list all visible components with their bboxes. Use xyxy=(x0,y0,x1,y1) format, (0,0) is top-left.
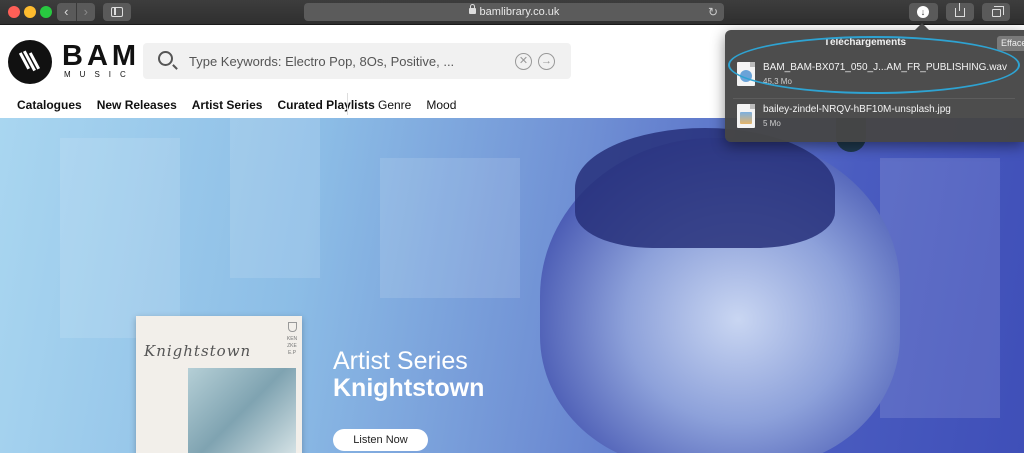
forward-button[interactable]: › xyxy=(75,3,96,21)
logo-subtitle: MUSIC xyxy=(64,70,135,79)
search-icon xyxy=(158,51,173,66)
menu-item-mood[interactable]: Mood xyxy=(426,98,456,112)
search-bar: ✕ → xyxy=(143,43,571,79)
menu-item-curated-playlists[interactable]: Curated Playlists xyxy=(277,98,374,112)
hero-banner: KEN ZKE E.P Knightstown Artist Series Kn… xyxy=(0,118,1024,453)
menu-divider xyxy=(347,93,348,115)
minimize-window-button[interactable] xyxy=(24,6,36,18)
clear-downloads-button[interactable]: Effacer xyxy=(997,36,1024,51)
clear-search-icon[interactable]: ✕ xyxy=(515,53,532,70)
bam-logo-icon[interactable] xyxy=(8,40,52,84)
highlight-annotation xyxy=(728,36,1020,94)
share-button[interactable] xyxy=(946,3,974,21)
menu-item-genre[interactable]: Genre xyxy=(378,98,411,112)
address-bar[interactable]: bamlibrary.co.uk ↻ xyxy=(304,3,724,21)
logo-wordmark[interactable]: BAM xyxy=(62,42,140,71)
menu-item-new-releases[interactable]: New Releases xyxy=(97,98,177,112)
album-script-title: Knightstown xyxy=(144,342,252,360)
navigation-buttons: ‹ › xyxy=(57,3,95,21)
album-side-text: KEN ZKE E.P xyxy=(286,336,298,356)
back-button[interactable]: ‹ xyxy=(57,3,76,21)
search-input[interactable] xyxy=(189,51,509,71)
download-filename: bailey-zindel-NRQV-hBF10M-unsplash.jpg xyxy=(763,104,951,115)
menu-item-artist-series[interactable]: Artist Series xyxy=(192,98,263,112)
album-photo xyxy=(188,368,296,453)
reload-icon[interactable]: ↻ xyxy=(708,3,718,21)
tab-overview-button[interactable] xyxy=(982,3,1010,21)
zoom-window-button[interactable] xyxy=(40,6,52,18)
album-cover[interactable]: KEN ZKE E.P Knightstown xyxy=(136,316,302,453)
sidebar-icon xyxy=(111,7,123,17)
menu-item-catalogues[interactable]: Catalogues xyxy=(17,98,82,112)
hero-title: Artist Series xyxy=(333,347,468,375)
listen-now-button[interactable]: Listen Now xyxy=(333,429,428,451)
close-window-button[interactable] xyxy=(8,6,20,18)
lock-icon xyxy=(468,4,476,14)
hero-subtitle: Knightstown xyxy=(333,374,485,402)
secondary-menu: Genre Mood xyxy=(378,98,471,112)
downloads-button[interactable]: ↓ xyxy=(909,3,938,21)
main-menu: Catalogues New Releases Artist Series Cu… xyxy=(17,93,390,115)
image-file-icon xyxy=(737,104,755,128)
search-submit-icon[interactable]: → xyxy=(538,53,555,70)
browser-toolbar: ‹ › bamlibrary.co.uk ↻ ↓ xyxy=(0,0,1024,25)
shield-icon xyxy=(288,322,297,332)
url-text: bamlibrary.co.uk xyxy=(479,6,560,18)
download-icon: ↓ xyxy=(917,6,929,18)
download-item[interactable]: bailey-zindel-NRQV-hBF10M-unsplash.jpg 5… xyxy=(733,100,1017,136)
sidebar-toggle-button[interactable] xyxy=(103,3,131,21)
share-icon xyxy=(955,3,965,17)
divider xyxy=(733,98,1015,99)
download-size: 5 Mo xyxy=(763,119,781,128)
tabs-icon xyxy=(992,6,1004,17)
